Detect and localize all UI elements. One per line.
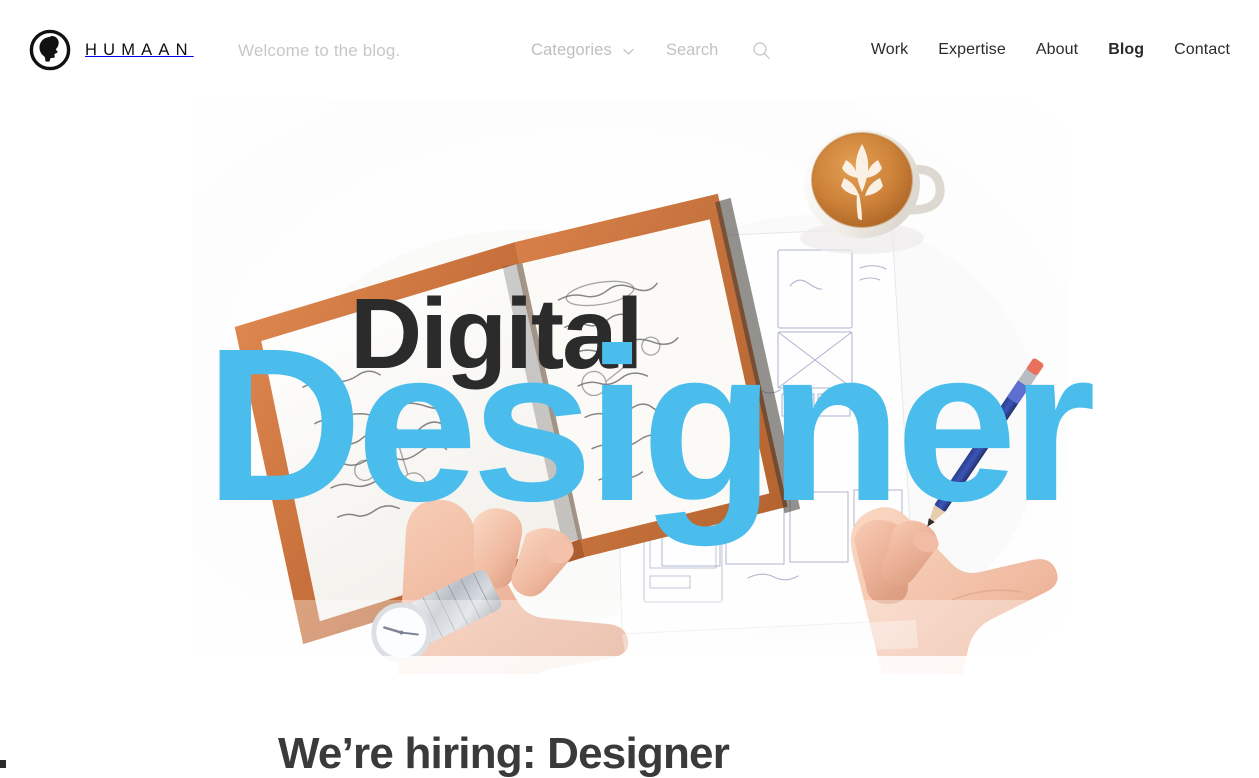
page-corner-marker	[0, 760, 6, 768]
post-title: We’re hiring: Designer	[278, 729, 730, 778]
nav-link-contact[interactable]: Contact	[1159, 41, 1230, 59]
blog-tagline: Welcome to the blog.	[238, 41, 401, 60]
search-input[interactable]	[666, 41, 724, 60]
main-navigation: Work Expertise About Blog Contact	[856, 41, 1230, 59]
nav-link-blog[interactable]: Blog	[1093, 41, 1159, 59]
logo-home-link[interactable]: HUMAAN	[29, 29, 194, 71]
hero-photo	[192, 100, 1067, 674]
nav-link-work[interactable]: Work	[856, 41, 923, 59]
site-header: HUMAAN Welcome to the blog. Categories W…	[0, 0, 1259, 100]
nav-link-about[interactable]: About	[1021, 41, 1093, 59]
nav-link-expertise[interactable]: Expertise	[923, 41, 1021, 59]
humaan-head-logo-icon	[29, 29, 71, 71]
search-control[interactable]	[666, 41, 771, 60]
categories-label: Categories	[531, 41, 612, 59]
post-intro-section: We’re hiring: Designer	[0, 674, 1259, 778]
hero-section: Digital Designer	[0, 100, 1259, 674]
categories-dropdown[interactable]: Categories	[531, 41, 635, 60]
brand-wordmark: HUMAAN	[85, 41, 194, 60]
search-icon[interactable]	[752, 41, 771, 60]
chevron-down-icon	[622, 43, 635, 58]
